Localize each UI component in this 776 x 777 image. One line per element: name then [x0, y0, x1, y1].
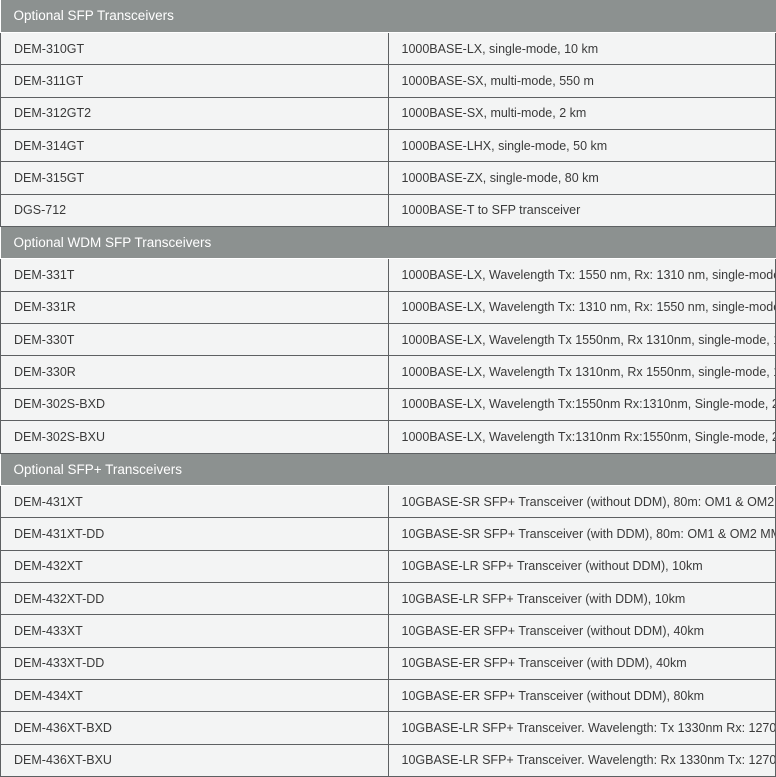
- description-cell: 10GBASE-ER SFP+ Transceiver (with DDM), …: [387, 647, 776, 681]
- table-row: DEM-312GT2 1000BASE-SX, multi-mode, 2 km: [0, 97, 776, 130]
- description-cell: 1000BASE-SX, multi-mode, 2 km: [387, 97, 776, 130]
- description-cell: 1000BASE-LX, Wavelength Tx:1550nm Rx:131…: [387, 388, 776, 422]
- model-cell: DEM-434XT: [0, 679, 388, 713]
- description-cell: 1000BASE-LX, Wavelength Tx: 1310 nm, Rx:…: [387, 291, 776, 325]
- table-row: DEM-431XT-DD 10GBASE-SR SFP+ Transceiver …: [0, 517, 776, 551]
- table-row: DEM-331T 1000BASE-LX, Wavelength Tx: 1550…: [0, 258, 776, 292]
- section-title: Optional WDM SFP Transceivers: [0, 226, 776, 260]
- table-row: DEM-315GT 1000BASE-ZX, single-mode, 80 km: [0, 161, 776, 195]
- model-cell: DEM-315GT: [0, 161, 388, 195]
- section-header: Optional SFP Transceivers: [0, 0, 776, 33]
- table-row: DEM-311GT 1000BASE-SX, multi-mode, 550 m: [0, 64, 776, 98]
- model-cell: DEM-330T: [0, 323, 388, 357]
- model-cell: DEM-436XT-BXU: [0, 744, 388, 777]
- table-row: DEM-330R 1000BASE-LX, Wavelength Tx 1310n…: [0, 355, 776, 389]
- description-cell: 10GBASE-ER SFP+ Transceiver (without DDM…: [387, 679, 776, 713]
- model-cell: DEM-302S-BXD: [0, 388, 388, 422]
- table-row: DEM-436XT-BXU 10GBASE-LR SFP+ Transceiver…: [0, 744, 776, 777]
- table-row: DEM-433XT-DD 10GBASE-ER SFP+ Transceiver …: [0, 647, 776, 681]
- model-cell: DEM-436XT-BXD: [0, 711, 388, 745]
- model-cell: DEM-433XT: [0, 614, 388, 648]
- transceiver-table-body: Optional SFP Transceivers DEM-310GT 1000BA…: [0, 0, 776, 777]
- model-cell: DEM-433XT-DD: [0, 647, 388, 681]
- description-cell: 10GBASE-ER SFP+ Transceiver (without DDM…: [387, 614, 776, 648]
- table-row: DEM-314GT 1000BASE-LHX, single-mode, 50 k…: [0, 129, 776, 163]
- description-cell: 10GBASE-SR SFP+ Transceiver (with DDM), …: [387, 517, 776, 551]
- model-cell: DEM-431XT: [0, 485, 388, 519]
- model-cell: DEM-302S-BXU: [0, 420, 388, 454]
- table-row: DEM-434XT 10GBASE-ER SFP+ Transceiver (wi…: [0, 679, 776, 713]
- description-cell: 10GBASE-LR SFP+ Transceiver (with DDM), …: [387, 582, 776, 616]
- description-cell: 1000BASE-T to SFP transceiver: [387, 194, 776, 228]
- table-row: DEM-331R 1000BASE-LX, Wavelength Tx: 1310…: [0, 291, 776, 325]
- description-cell: 10GBASE-LR SFP+ Transceiver. Wavelength:…: [387, 711, 776, 745]
- section-header: Optional WDM SFP Transceivers: [0, 226, 776, 260]
- description-cell: 1000BASE-ZX, single-mode, 80 km: [387, 161, 776, 195]
- section-header: Optional SFP+ Transceivers: [0, 453, 776, 486]
- table-row: DEM-330T 1000BASE-LX, Wavelength Tx 1550n…: [0, 323, 776, 357]
- description-cell: 1000BASE-LX, Wavelength Tx 1550nm, Rx 13…: [387, 323, 776, 357]
- model-cell: DEM-431XT-DD: [0, 517, 388, 551]
- model-cell: DEM-310GT: [0, 32, 388, 66]
- transceiver-spec-sheet: Optional SFP Transceivers DEM-310GT 1000BA…: [0, 0, 776, 777]
- description-cell: 10GBASE-LR SFP+ Transceiver. Wavelength:…: [387, 744, 776, 777]
- section-title: Optional SFP+ Transceivers: [0, 453, 776, 486]
- model-cell: DEM-330R: [0, 355, 388, 389]
- model-cell: DEM-311GT: [0, 64, 388, 98]
- model-cell: DEM-331R: [0, 291, 388, 325]
- table-row: DGS-712 1000BASE-T to SFP transceiver: [0, 194, 776, 228]
- table-row: DEM-302S-BXD 1000BASE-LX, Wavelength Tx:1…: [0, 388, 776, 422]
- transceiver-table: Optional SFP Transceivers DEM-310GT 1000BA…: [0, 0, 776, 777]
- table-row: DEM-310GT 1000BASE-LX, single-mode, 10 km: [0, 32, 776, 66]
- section-title: Optional SFP Transceivers: [0, 0, 776, 33]
- table-row: DEM-436XT-BXD 10GBASE-LR SFP+ Transceiver…: [0, 711, 776, 745]
- table-row: DEM-432XT-DD 10GBASE-LR SFP+ Transceiver …: [0, 582, 776, 616]
- table-row: DEM-302S-BXU 1000BASE-LX, Wavelength Tx:1…: [0, 420, 776, 454]
- description-cell: 1000BASE-LHX, single-mode, 50 km: [387, 129, 776, 163]
- description-cell: 1000BASE-LX, single-mode, 10 km: [387, 32, 776, 66]
- description-cell: 10GBASE-SR SFP+ Transceiver (without DDM…: [387, 485, 776, 519]
- table-row: DEM-433XT 10GBASE-ER SFP+ Transceiver (wi…: [0, 614, 776, 648]
- table-row: DEM-432XT 10GBASE-LR SFP+ Transceiver (wi…: [0, 550, 776, 583]
- model-cell: DEM-432XT-DD: [0, 582, 388, 616]
- table-row: DEM-431XT 10GBASE-SR SFP+ Transceiver (wi…: [0, 485, 776, 519]
- model-cell: DEM-312GT2: [0, 97, 388, 130]
- description-cell: 1000BASE-LX, Wavelength Tx:1310nm Rx:155…: [387, 420, 776, 454]
- model-cell: DGS-712: [0, 194, 388, 228]
- description-cell: 10GBASE-LR SFP+ Transceiver (without DDM…: [387, 550, 776, 583]
- description-cell: 1000BASE-LX, Wavelength Tx: 1550 nm, Rx:…: [387, 258, 776, 292]
- model-cell: DEM-432XT: [0, 550, 388, 583]
- description-cell: 1000BASE-LX, Wavelength Tx 1310nm, Rx 15…: [387, 355, 776, 389]
- model-cell: DEM-314GT: [0, 129, 388, 163]
- description-cell: 1000BASE-SX, multi-mode, 550 m: [387, 64, 776, 98]
- model-cell: DEM-331T: [0, 258, 388, 292]
